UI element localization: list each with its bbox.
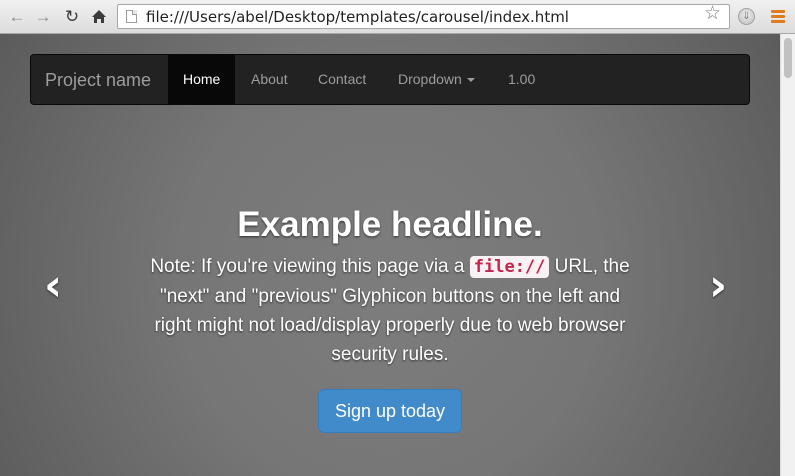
menu-icon[interactable] <box>771 10 785 23</box>
navbar-brand[interactable]: Project name <box>45 70 151 91</box>
home-icon[interactable] <box>89 6 109 26</box>
nav-item-about[interactable]: About <box>236 55 303 104</box>
file-code: file:// <box>469 256 550 278</box>
scrollbar-thumb[interactable] <box>784 38 792 78</box>
page-icon <box>126 10 137 23</box>
signup-button[interactable]: Sign up today <box>317 389 463 433</box>
dropdown-label: Dropdown <box>398 71 462 87</box>
nav-item-dropdown[interactable]: Dropdown <box>383 55 490 104</box>
address-bar[interactable]: file:///Users/abel/Desktop/templates/car… <box>117 4 730 29</box>
url-text[interactable]: file:///Users/abel/Desktop/templates/car… <box>146 8 569 26</box>
note-text-before: Note: If you're viewing this page via a <box>150 256 470 277</box>
nav-item-home[interactable]: Home <box>168 55 236 104</box>
forward-arrow-icon[interactable]: → <box>33 6 53 26</box>
page-viewport: Project name Home About Contact Dropdown… <box>0 34 780 476</box>
scrollbar[interactable] <box>780 34 795 476</box>
carousel-note: Note: If you're viewing this page via a … <box>140 252 640 369</box>
back-arrow-icon[interactable]: ← <box>7 6 27 26</box>
carousel-prev-icon[interactable]: ‹ <box>44 264 62 308</box>
carousel-headline: Example headline. <box>237 205 543 244</box>
reload-icon[interactable]: ↻ <box>62 6 82 26</box>
carousel-caption: Example headline. Note: If you're viewin… <box>140 204 640 433</box>
browser-toolbar: ← → ↻ file:///Users/abel/Desktop/templat… <box>0 0 795 34</box>
carousel-next-icon[interactable]: › <box>709 264 727 308</box>
star-icon[interactable]: ☆ <box>704 2 721 25</box>
extension-icon[interactable]: ⇓ <box>738 8 755 25</box>
caret-down-icon <box>466 78 475 83</box>
navbar: Project name Home About Contact Dropdown… <box>30 54 750 105</box>
nav-item-contact[interactable]: Contact <box>303 55 381 104</box>
nav-item-version[interactable]: 1.00 <box>493 55 550 104</box>
